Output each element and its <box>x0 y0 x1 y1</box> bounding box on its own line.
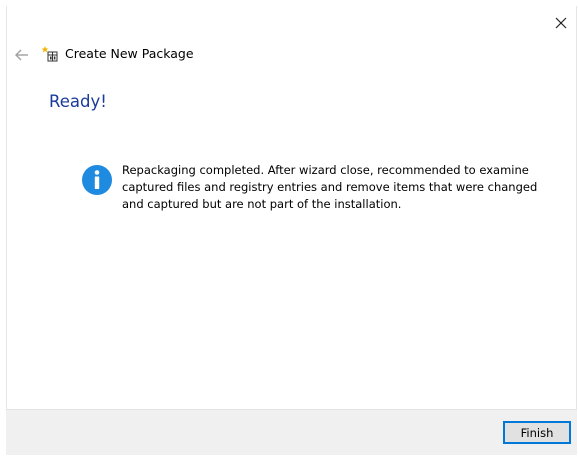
back-arrow-icon <box>15 49 28 61</box>
page-heading: Ready! <box>49 92 107 111</box>
close-icon <box>555 17 567 29</box>
new-package-icon <box>41 45 59 63</box>
back-button[interactable] <box>13 46 31 64</box>
info-icon <box>81 164 113 196</box>
completion-message: Repackaging completed. After wizard clos… <box>122 163 538 211</box>
window-title: Create New Package <box>65 46 194 61</box>
footer-bar <box>6 409 577 455</box>
finish-button[interactable]: Finish <box>503 421 571 444</box>
close-button[interactable] <box>550 12 572 34</box>
wizard-window <box>6 6 577 455</box>
